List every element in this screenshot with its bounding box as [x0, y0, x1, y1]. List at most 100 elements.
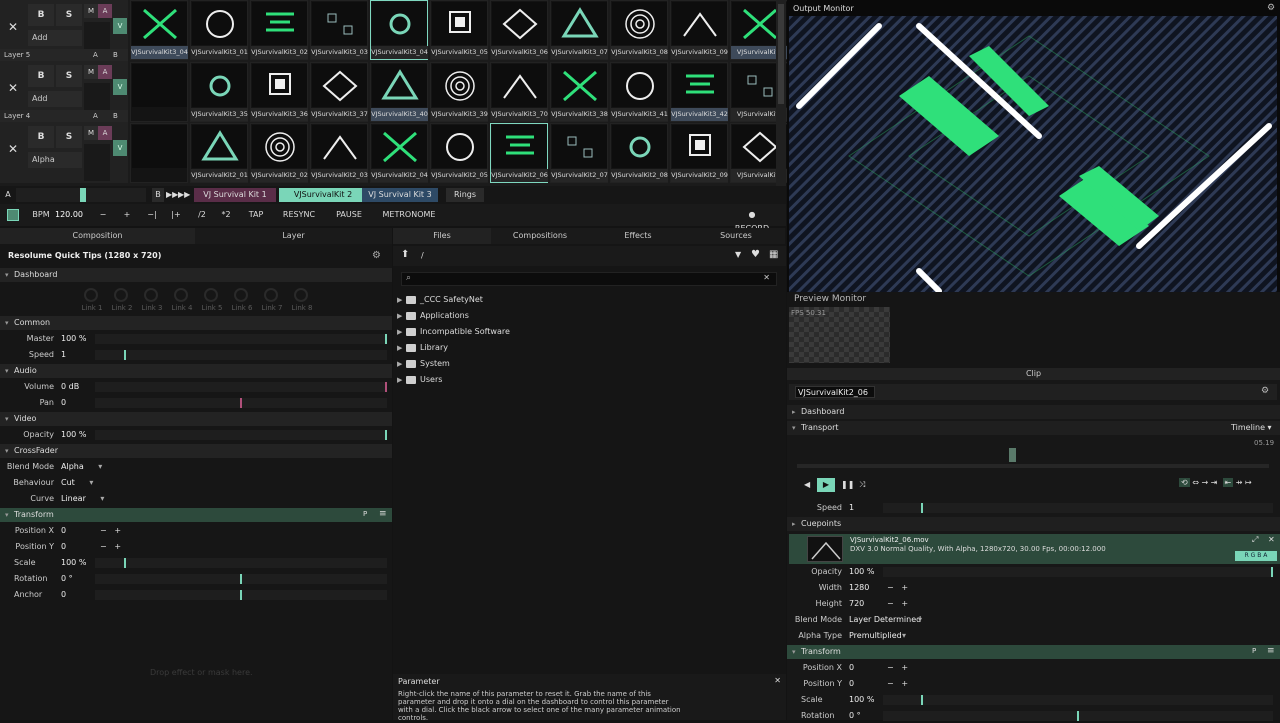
bypass-button[interactable]: B: [28, 126, 54, 148]
expand-arrow-icon[interactable]: ▶: [397, 293, 402, 307]
param-label[interactable]: Rotation: [14, 572, 47, 586]
chevron-down-icon[interactable]: ▾: [902, 629, 906, 643]
speed-slider[interactable]: [95, 350, 387, 360]
dial-icon[interactable]: [204, 288, 218, 302]
crossfader-b-label[interactable]: B: [152, 188, 164, 202]
folder-item[interactable]: ▶ Users: [397, 373, 442, 387]
section-dashboard[interactable]: Dashboard: [787, 405, 1280, 419]
browser-tab[interactable]: Compositions: [491, 228, 589, 244]
folder-item[interactable]: ▶ System: [397, 357, 450, 371]
slider-knob[interactable]: [385, 430, 387, 440]
browser-tab[interactable]: Files: [393, 228, 491, 244]
param-label[interactable]: Scale: [14, 556, 36, 570]
section-transport[interactable]: Transport: [787, 421, 1280, 435]
browser-tab[interactable]: Sources: [687, 228, 785, 244]
expand-arrow-icon[interactable]: ▶: [397, 325, 402, 339]
grid-view-icon[interactable]: ▦: [769, 249, 778, 260]
param-value[interactable]: 0: [61, 540, 66, 554]
param-value[interactable]: 0 °: [849, 709, 861, 723]
param-label[interactable]: Blend Mode: [7, 460, 54, 474]
clip-slot[interactable]: VJSurvivalKit3_36: [250, 62, 308, 122]
clip-slot[interactable]: VJSurvivalKit3_37: [310, 62, 368, 122]
timeline-track[interactable]: [797, 448, 1269, 468]
clip-slot[interactable]: VJSurvivalKit3_07: [550, 0, 608, 60]
param-label[interactable]: Speed: [817, 501, 842, 515]
clip-scale-slider[interactable]: [883, 695, 1273, 705]
clip-slot[interactable]: VJSurvivalKit3_38: [550, 62, 608, 122]
anchor-slider[interactable]: [95, 590, 387, 600]
param-label[interactable]: Opacity: [811, 565, 842, 579]
search-input[interactable]: ⌕ ✕: [401, 272, 777, 286]
clip-speed-slider[interactable]: [883, 503, 1273, 513]
crossfader-a-assign[interactable]: A: [93, 49, 98, 61]
mask-button[interactable]: M: [84, 126, 98, 140]
pause-icon[interactable]: ❚❚: [841, 480, 854, 489]
volume-slider[interactable]: [95, 382, 387, 392]
slider-knob[interactable]: [385, 382, 387, 392]
param-value[interactable]: 100 %: [61, 556, 86, 570]
param-label[interactable]: Width: [819, 581, 842, 595]
double-bpm-button[interactable]: *2: [218, 208, 234, 222]
param-value[interactable]: 100 %: [849, 693, 874, 707]
clip-slot[interactable]: VJSurvivalKit2_08: [610, 123, 668, 183]
prev-column-icon[interactable]: ▶▶: [166, 188, 178, 202]
param-label[interactable]: Alpha Type: [798, 629, 842, 643]
clear-search-icon[interactable]: ✕: [763, 273, 770, 282]
clip-slot[interactable]: VJSurvivalKit2_07: [550, 123, 608, 183]
clip-slot[interactable]: VJSurvivalKit3_41: [610, 62, 668, 122]
bpm-plus-button[interactable]: +: [120, 208, 134, 222]
bpm-value[interactable]: 120.00: [54, 208, 84, 222]
nudge-plus-button[interactable]: |+: [168, 208, 184, 222]
opacity-slider[interactable]: [95, 430, 387, 440]
behaviour-dropdown[interactable]: Cut: [61, 476, 93, 490]
crossfader-b-assign[interactable]: B: [113, 49, 118, 61]
dashboard-link-label[interactable]: Link 4: [170, 304, 194, 312]
section-video[interactable]: Video: [0, 412, 392, 426]
menu-icon[interactable]: ≡: [379, 509, 387, 519]
deck-tab[interactable]: VJ Survival Kit 1: [194, 188, 276, 202]
layer-blend-mode[interactable]: Add: [28, 91, 82, 107]
deck-scroll-thumb[interactable]: [778, 4, 784, 104]
slider-knob[interactable]: [124, 350, 126, 360]
metronome-button[interactable]: METRONOME: [382, 208, 436, 222]
close-icon[interactable]: ✕: [1268, 535, 1275, 544]
param-label[interactable]: Position X: [803, 661, 842, 675]
play-forward-icon[interactable]: ▶: [817, 478, 835, 492]
param-value[interactable]: 0 dB: [61, 380, 79, 394]
timeline-dropdown[interactable]: Timeline ▾: [1231, 423, 1272, 432]
section-transform[interactable]: Transform: [0, 508, 392, 522]
stepper-icon[interactable]: − +: [100, 524, 121, 538]
record-button[interactable]: ● RECORD: [732, 208, 772, 233]
video-button[interactable]: V: [113, 140, 127, 156]
param-label[interactable]: Behaviour: [13, 476, 54, 490]
param-value[interactable]: 0: [61, 396, 66, 410]
resync-button[interactable]: RESYNC: [282, 208, 316, 222]
param-value[interactable]: 1: [61, 348, 66, 362]
close-help-icon[interactable]: ✕: [774, 676, 781, 685]
param-label[interactable]: Opacity: [23, 428, 54, 442]
video-button[interactable]: V: [113, 79, 127, 95]
clip-slot[interactable]: VJSurvivalKit3_09: [670, 0, 728, 60]
folder-item[interactable]: ▶ Incompatible Software: [397, 325, 510, 339]
clip-slot[interactable]: VJSurvivalKit2_04: [370, 123, 428, 183]
param-value[interactable]: 0 °: [61, 572, 73, 586]
param-label[interactable]: Anchor: [14, 588, 42, 602]
folder-item[interactable]: ▶ Library: [397, 341, 448, 355]
clip-name-field[interactable]: VJSurvivalKit2_06: [795, 386, 875, 398]
stepper-icon[interactable]: − +: [100, 540, 121, 554]
layer-name-bar[interactable]: Layer 5 A B: [0, 49, 128, 61]
deck-tab[interactable]: VJSurvivalKit 2: [279, 188, 367, 202]
param-label[interactable]: Pan: [40, 396, 54, 410]
path-text[interactable]: /: [421, 251, 424, 260]
pan-slider[interactable]: [95, 398, 387, 408]
clip-slot[interactable]: VJSurvivalKit3_02: [250, 0, 308, 60]
stepper-icon[interactable]: − +: [887, 677, 908, 691]
solo-button[interactable]: S: [56, 126, 82, 148]
param-value[interactable]: 1280: [849, 581, 869, 595]
chevron-down-icon[interactable]: ▼: [735, 250, 741, 259]
audio-button[interactable]: A: [98, 126, 112, 140]
crossfader-a-label[interactable]: A: [2, 188, 14, 202]
metronome-icon[interactable]: [7, 209, 19, 221]
crossfader-handle[interactable]: [80, 188, 86, 202]
bypass-button[interactable]: B: [28, 4, 54, 26]
